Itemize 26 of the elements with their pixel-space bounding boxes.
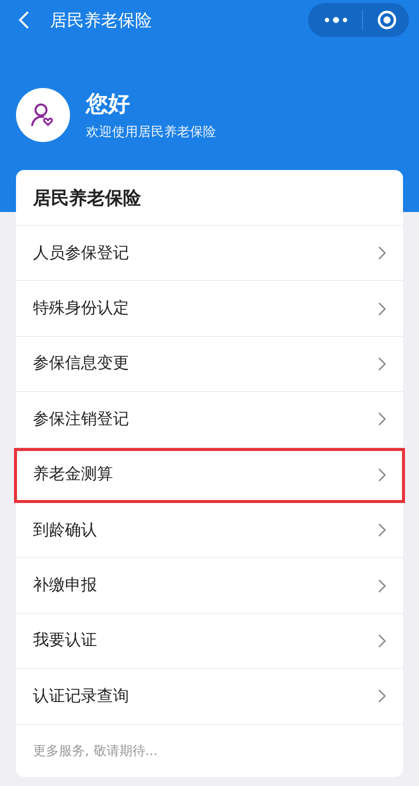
menu-item[interactable]: 参保信息变更	[16, 336, 403, 392]
greeting-title: 您好	[86, 91, 131, 119]
chevron-icon	[378, 302, 386, 316]
chevron-icon	[378, 634, 386, 648]
menu-item[interactable]: 认证记录查询	[16, 669, 403, 725]
page-title: 居民养老保险	[50, 10, 153, 32]
menu-item[interactable]: 补缴申报	[16, 558, 403, 614]
menu-item[interactable]: 参保注销登记	[16, 392, 403, 448]
chevron-icon	[378, 356, 386, 371]
menu-item[interactable]: 养老金测算	[14, 448, 405, 503]
menu-item[interactable]: 人员参保登记	[16, 226, 403, 282]
chevron-icon	[378, 412, 386, 426]
back-icon[interactable]	[18, 10, 30, 30]
menu-item[interactable]: 特殊身份认定	[16, 281, 403, 337]
menu-item[interactable]: 到龄确认	[16, 502, 403, 558]
more-icon[interactable]	[324, 16, 348, 24]
card-title: 居民养老保险	[16, 170, 403, 226]
chevron-icon	[378, 246, 386, 260]
greeting-subtitle: 欢迎使用居民养老保险	[86, 124, 216, 141]
chevron-icon	[378, 523, 386, 538]
chevron-icon	[378, 578, 386, 593]
chevron-icon	[378, 689, 386, 704]
footer-note: 更多服务, 敬请期待...	[32, 742, 159, 761]
user-heart-icon	[30, 102, 56, 128]
menu-item[interactable]: 我要认证	[16, 614, 403, 670]
chevron-icon	[378, 468, 386, 482]
